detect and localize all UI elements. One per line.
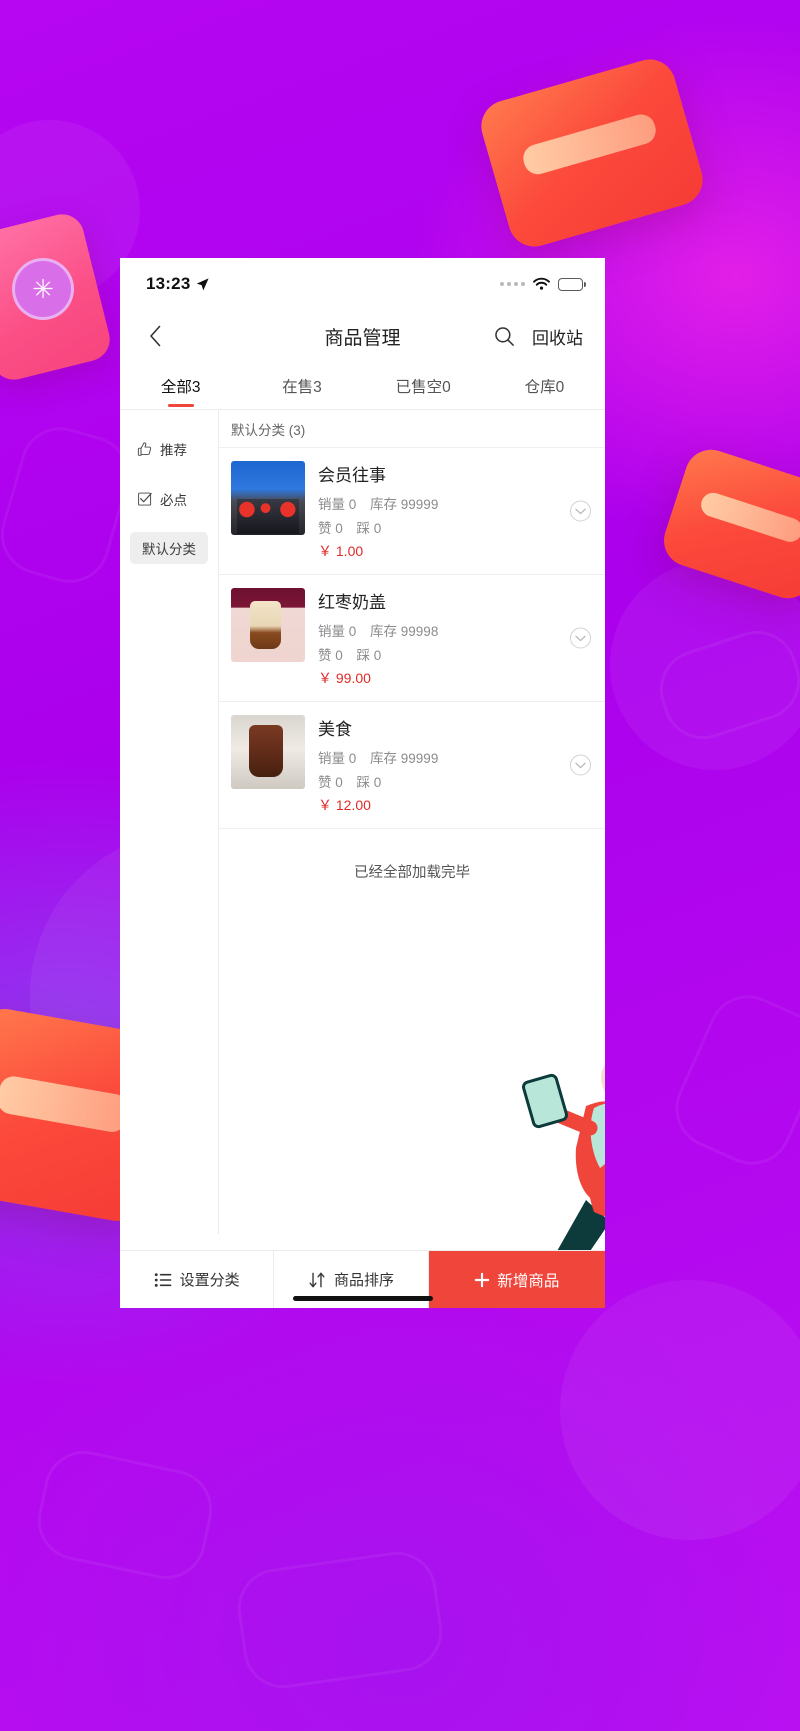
add-product-label: 新增商品 bbox=[497, 1272, 560, 1290]
decorative-outline bbox=[30, 1443, 220, 1587]
product-stock: 库存 99999 bbox=[370, 497, 439, 512]
product-sales: 销量 0 bbox=[318, 751, 357, 766]
product-price: ￥ 1.00 bbox=[318, 543, 364, 559]
list-icon bbox=[154, 1272, 172, 1287]
tab-sold-out[interactable]: 已售空0 bbox=[363, 362, 484, 409]
tab-all[interactable]: 全部3 bbox=[120, 362, 241, 409]
product-thumbnail bbox=[231, 461, 305, 535]
sort-products-label: 商品排序 bbox=[333, 1272, 394, 1289]
list-end-message: 已经全部加载完毕 bbox=[354, 865, 470, 881]
product-list-pane: 默认分类 (3) 会员往事 销量 0 库存 99999 赞 0 踩 0 ￥ 1.… bbox=[219, 410, 605, 1234]
product-row[interactable]: 红枣奶盖 销量 0 库存 99998 赞 0 踩 0 ￥ 99.00 bbox=[219, 575, 605, 702]
status-time: 13:23 bbox=[146, 274, 191, 293]
location-arrow-icon bbox=[197, 277, 210, 290]
product-sales: 销量 0 bbox=[318, 624, 357, 639]
chevron-down-icon bbox=[575, 762, 586, 768]
product-price: ￥ 99.00 bbox=[318, 670, 371, 686]
product-dislikes: 踩 0 bbox=[356, 775, 382, 790]
status-left: 13:23 bbox=[146, 274, 210, 294]
category-header: 默认分类 (3) bbox=[219, 410, 605, 448]
sidebar-item-default-category[interactable]: 默认分类 bbox=[130, 532, 208, 564]
wifi-icon bbox=[533, 277, 550, 290]
product-expand-button[interactable] bbox=[570, 500, 591, 522]
sidebar-item-recommend[interactable]: 推荐 bbox=[120, 424, 218, 474]
decorative-outline bbox=[662, 982, 800, 1178]
nav-bar: 商品管理 回收站 bbox=[120, 310, 605, 362]
sort-arrows-icon bbox=[309, 1272, 325, 1287]
product-stock: 库存 99999 bbox=[370, 751, 439, 766]
nav-right-actions: 回收站 bbox=[493, 324, 583, 349]
product-expand-button[interactable] bbox=[570, 754, 591, 776]
tab-bar: 全部3 在售3 已售空0 仓库0 bbox=[120, 362, 605, 410]
phone-screen: 13:23 ⚡ 商品管理 回收站 全部3 在售3 已售空0 仓库0 推荐 必点 … bbox=[120, 258, 605, 1308]
product-dislikes: 踩 0 bbox=[356, 521, 382, 536]
sidebar-item-must-order[interactable]: 必点 bbox=[120, 474, 218, 524]
add-product-button[interactable]: 新增商品 bbox=[428, 1251, 605, 1308]
product-name: 红枣奶盖 bbox=[318, 593, 386, 612]
product-thumbnail bbox=[231, 588, 305, 662]
product-row[interactable]: 会员往事 销量 0 库存 99999 赞 0 踩 0 ￥ 1.00 bbox=[219, 448, 605, 575]
sidebar-item-label: 推荐 bbox=[160, 443, 187, 458]
product-price: ￥ 12.00 bbox=[318, 797, 371, 813]
product-expand-button[interactable] bbox=[570, 627, 591, 649]
product-info: 美食 销量 0 库存 99999 赞 0 踩 0 ￥ 12.00 bbox=[305, 715, 593, 815]
recycle-bin-button[interactable]: 回收站 bbox=[532, 324, 583, 349]
promo-backdrop: ✳ 13:23 ⚡ 商品管理 回收站 全部3 在售3 已售空0 仓库0 推荐 必… bbox=[0, 0, 800, 1731]
tab-label: 仓库0 bbox=[524, 378, 565, 396]
back-button[interactable] bbox=[140, 321, 170, 351]
decorative-red-card bbox=[475, 53, 709, 253]
chevron-left-icon bbox=[149, 325, 160, 347]
set-category-label: 设置分类 bbox=[179, 1272, 240, 1289]
product-row[interactable]: 美食 销量 0 库存 99999 赞 0 踩 0 ￥ 12.00 bbox=[219, 702, 605, 829]
chevron-down-icon bbox=[575, 508, 586, 514]
tab-label: 全部3 bbox=[160, 378, 201, 396]
product-stock: 库存 99998 bbox=[370, 624, 439, 639]
decorative-outline bbox=[232, 1546, 448, 1694]
product-likes: 赞 0 bbox=[318, 648, 343, 663]
product-likes: 赞 0 bbox=[318, 521, 343, 536]
product-reactions: 赞 0 踩 0 bbox=[318, 771, 553, 791]
battery-charging-icon: ⚡ bbox=[558, 277, 586, 292]
product-thumbnail bbox=[231, 715, 305, 789]
decorative-outline bbox=[0, 417, 139, 593]
sparkle-icon: ✳ bbox=[12, 258, 74, 320]
product-sales: 销量 0 bbox=[318, 497, 357, 512]
product-info: 红枣奶盖 销量 0 库存 99998 赞 0 踩 0 ￥ 99.00 bbox=[305, 588, 593, 688]
search-icon[interactable] bbox=[493, 325, 516, 348]
status-right: ⚡ bbox=[500, 277, 586, 292]
tab-label: 已售空0 bbox=[395, 378, 451, 396]
decorative-outline bbox=[649, 620, 800, 750]
product-reactions: 赞 0 踩 0 bbox=[318, 644, 553, 664]
chevron-down-icon bbox=[575, 635, 586, 641]
home-indicator bbox=[292, 1296, 433, 1301]
product-stats: 销量 0 库存 99998 bbox=[318, 620, 553, 640]
signal-dots-icon bbox=[500, 282, 525, 286]
sidebar-item-label: 默认分类 bbox=[142, 542, 196, 557]
category-sidebar: 推荐 必点 默认分类 bbox=[120, 410, 219, 1234]
product-reactions: 赞 0 踩 0 bbox=[318, 517, 553, 537]
decorative-red-card bbox=[657, 442, 800, 606]
decorative-blob bbox=[560, 1280, 800, 1540]
product-likes: 赞 0 bbox=[318, 775, 343, 790]
checkbox-checked-icon bbox=[138, 492, 152, 506]
thumbs-up-icon bbox=[137, 442, 152, 456]
tab-on-sale[interactable]: 在售3 bbox=[241, 362, 362, 409]
product-name: 美食 bbox=[318, 720, 352, 739]
tab-active-underline bbox=[167, 404, 194, 407]
product-stats: 销量 0 库存 99999 bbox=[318, 493, 553, 513]
status-bar: 13:23 ⚡ bbox=[120, 258, 605, 310]
product-dislikes: 踩 0 bbox=[356, 648, 382, 663]
content-area: 推荐 必点 默认分类 默认分类 (3) 会员往事 销量 0 库存 99999 赞… bbox=[120, 410, 605, 1234]
tab-label: 在售3 bbox=[282, 378, 322, 396]
plus-icon bbox=[475, 1272, 490, 1287]
tab-warehouse[interactable]: 仓库0 bbox=[484, 362, 605, 409]
product-stats: 销量 0 库存 99999 bbox=[318, 747, 553, 767]
product-name: 会员往事 bbox=[318, 466, 386, 485]
sidebar-item-label: 必点 bbox=[160, 493, 187, 508]
set-category-button[interactable]: 设置分类 bbox=[120, 1251, 275, 1308]
product-info: 会员往事 销量 0 库存 99999 赞 0 踩 0 ￥ 1.00 bbox=[305, 461, 593, 561]
